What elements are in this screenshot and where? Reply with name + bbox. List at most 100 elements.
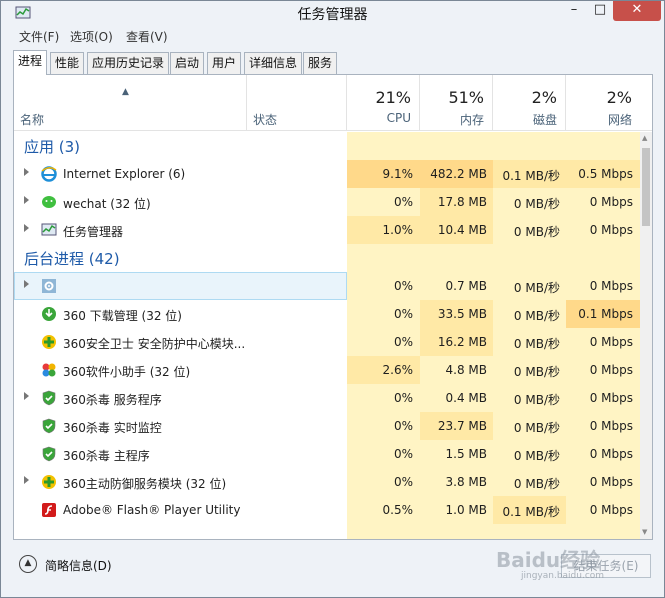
column-disk-header[interactable]: 2% 磁盘 (493, 75, 566, 131)
process-disk-value: 0 MB/秒 (513, 421, 560, 435)
process-disk-value: 0.1 MB/秒 (502, 505, 560, 519)
process-name: Adobe® Flash® Player Utility (63, 503, 241, 517)
process-row[interactable]: 360杀毒 实时监控 0% 23.7 MB 0 MB/秒 0 Mbps (14, 412, 640, 440)
cpu-total-percent: 21% (375, 88, 411, 107)
column-status-header[interactable]: 状态 (247, 75, 347, 131)
menu-view[interactable]: 查看(V) (126, 28, 168, 45)
column-name-header[interactable]: ▲ 名称 (14, 75, 247, 131)
process-list-panel: ▲ 名称 状态 21% CPU 51% 内存 2% 磁盘 2% 网络 应用 (3… (13, 74, 653, 540)
process-row[interactable]: 0% 0.7 MB 0 MB/秒 0 Mbps (14, 272, 640, 300)
process-row[interactable]: Internet Explorer (6) 9.1% 482.2 MB 0.1 MB/… (14, 160, 640, 188)
tab-app-history[interactable]: 应用历史记录 (87, 52, 170, 74)
tab-details[interactable]: 详细信息 (244, 52, 303, 74)
process-network-value: 0 Mbps (589, 279, 633, 293)
column-network-header[interactable]: 2% 网络 (566, 75, 640, 131)
process-row[interactable]: 360软件小助手 (32 位) 2.6% 4.8 MB 0 MB/秒 0 Mbps (14, 356, 640, 384)
chevron-up-icon: ▲ (19, 555, 37, 573)
scroll-down-icon[interactable]: ▼ (642, 528, 647, 536)
menu-options[interactable]: 选项(O) (70, 28, 113, 45)
tab-services[interactable]: 服务 (303, 52, 338, 74)
maximize-button[interactable]: □ (587, 1, 613, 21)
process-row[interactable]: wechat (32 位) 0% 17.8 MB 0 MB/秒 0 Mbps (14, 188, 640, 216)
process-row[interactable]: 360 下载管理 (32 位) 0% 33.5 MB 0 MB/秒 0.1 Mbps (14, 300, 640, 328)
process-disk-value: 0 MB/秒 (513, 225, 560, 239)
process-network-value: 0 Mbps (589, 503, 633, 517)
process-row[interactable]: 360安全卫士 安全防护中心模块... 0% 16.2 MB 0 MB/秒 0 Mbps (14, 328, 640, 356)
process-memory-value: 17.8 MB (437, 195, 487, 209)
expand-arrow-icon[interactable] (24, 224, 29, 232)
vertical-scrollbar[interactable]: ▲ ▼ (640, 132, 652, 539)
process-cpu-value: 1.0% (382, 223, 414, 237)
baidu-watermark: Baidu经验 (496, 548, 601, 572)
wechat-icon (41, 194, 57, 210)
process-network-value: 0 Mbps (589, 475, 633, 489)
tab-users[interactable]: 用户 (207, 52, 242, 74)
process-row[interactable]: 360杀毒 主程序 0% 1.5 MB 0 MB/秒 0 Mbps (14, 440, 640, 468)
process-memory-value: 10.4 MB (437, 223, 487, 237)
process-disk-value: 0 MB/秒 (513, 393, 560, 407)
process-memory-value: 1.5 MB (445, 447, 487, 461)
column-cpu-header[interactable]: 21% CPU (347, 75, 420, 131)
process-cpu-value: 0% (393, 391, 413, 405)
process-cpu-value: 2.6% (382, 363, 414, 377)
process-disk-value: 0.1 MB/秒 (502, 169, 560, 183)
process-name: 360主动防御服务模块 (32 位) (63, 477, 227, 491)
expand-arrow-icon[interactable] (24, 392, 29, 400)
process-disk-value: 0 MB/秒 (513, 337, 560, 351)
selection-highlight (14, 272, 347, 300)
process-row[interactable]: 360主动防御服务模块 (32 位) 0% 3.8 MB 0 MB/秒 0 Mbps (14, 468, 640, 496)
title-bar: 任务管理器 – □ ✕ (1, 1, 664, 25)
process-name: 360杀毒 主程序 (63, 449, 150, 463)
360-guard-icon (41, 334, 57, 350)
process-network-value: 0 Mbps (589, 447, 633, 461)
process-row[interactable]: 任务管理器 1.0% 10.4 MB 0 MB/秒 0 Mbps (14, 216, 640, 244)
tab-processes[interactable]: 进程 (13, 50, 48, 75)
expand-arrow-icon[interactable] (24, 476, 29, 484)
process-cpu-value: 0% (393, 447, 413, 461)
process-disk-value: 0 MB/秒 (513, 281, 560, 295)
process-row[interactable]: 360杀毒 服务程序 0% 0.4 MB 0 MB/秒 0 Mbps (14, 384, 640, 412)
process-name: 360安全卫士 安全防护中心模块... (63, 337, 246, 351)
cpu-label: CPU (386, 111, 411, 125)
gear-icon (41, 278, 57, 294)
expand-arrow-icon[interactable] (24, 280, 29, 288)
expand-arrow-icon[interactable] (24, 168, 29, 176)
process-disk-value: 0 MB/秒 (513, 365, 560, 379)
shield-icon (41, 446, 57, 462)
process-memory-value: 33.5 MB (437, 307, 487, 321)
baidu-watermark-url: jingyan.baidu.com (521, 571, 605, 581)
column-memory-header[interactable]: 51% 内存 (420, 75, 493, 131)
download-icon (41, 306, 57, 322)
shield-icon (41, 390, 57, 406)
process-disk-value: 0 MB/秒 (513, 477, 560, 491)
expand-arrow-icon[interactable] (24, 196, 29, 204)
process-name: 360杀毒 服务程序 (63, 393, 162, 407)
process-network-value: 0.5 Mbps (578, 167, 633, 181)
process-network-value: 0 Mbps (589, 391, 633, 405)
fewer-details-label: 简略信息(D) (45, 559, 112, 573)
process-memory-value: 1.0 MB (445, 503, 487, 517)
sort-arrow-icon: ▲ (122, 87, 129, 97)
process-cpu-value: 0% (393, 475, 413, 489)
scroll-up-icon[interactable]: ▲ (642, 134, 647, 142)
process-row[interactable]: Adobe® Flash® Player Utility 0.5% 1.0 MB 0.… (14, 496, 640, 524)
process-cpu-value: 0% (393, 419, 413, 433)
group-header: 应用 (3) (14, 132, 640, 160)
process-name: 360软件小助手 (32 位) (63, 365, 191, 379)
close-button[interactable]: ✕ (613, 1, 661, 21)
minimize-button[interactable]: – (561, 1, 587, 21)
process-disk-value: 0 MB/秒 (513, 197, 560, 211)
column-status-label: 状态 (253, 113, 278, 127)
tab-performance[interactable]: 性能 (50, 52, 85, 74)
process-memory-value: 16.2 MB (437, 335, 487, 349)
tab-startup[interactable]: 启动 (170, 52, 205, 74)
process-name: Internet Explorer (6) (63, 167, 186, 181)
scroll-thumb[interactable] (642, 148, 650, 226)
process-cpu-value: 0.5% (382, 503, 414, 517)
process-network-value: 0 Mbps (589, 223, 633, 237)
process-cpu-value: 0% (393, 279, 413, 293)
process-name: wechat (32 位) (63, 197, 151, 211)
menu-file[interactable]: 文件(F) (19, 28, 59, 45)
tab-bar: 进程 性能 应用历史记录 启动 用户 详细信息 服务 (13, 50, 663, 75)
process-cpu-value: 9.1% (382, 167, 414, 181)
